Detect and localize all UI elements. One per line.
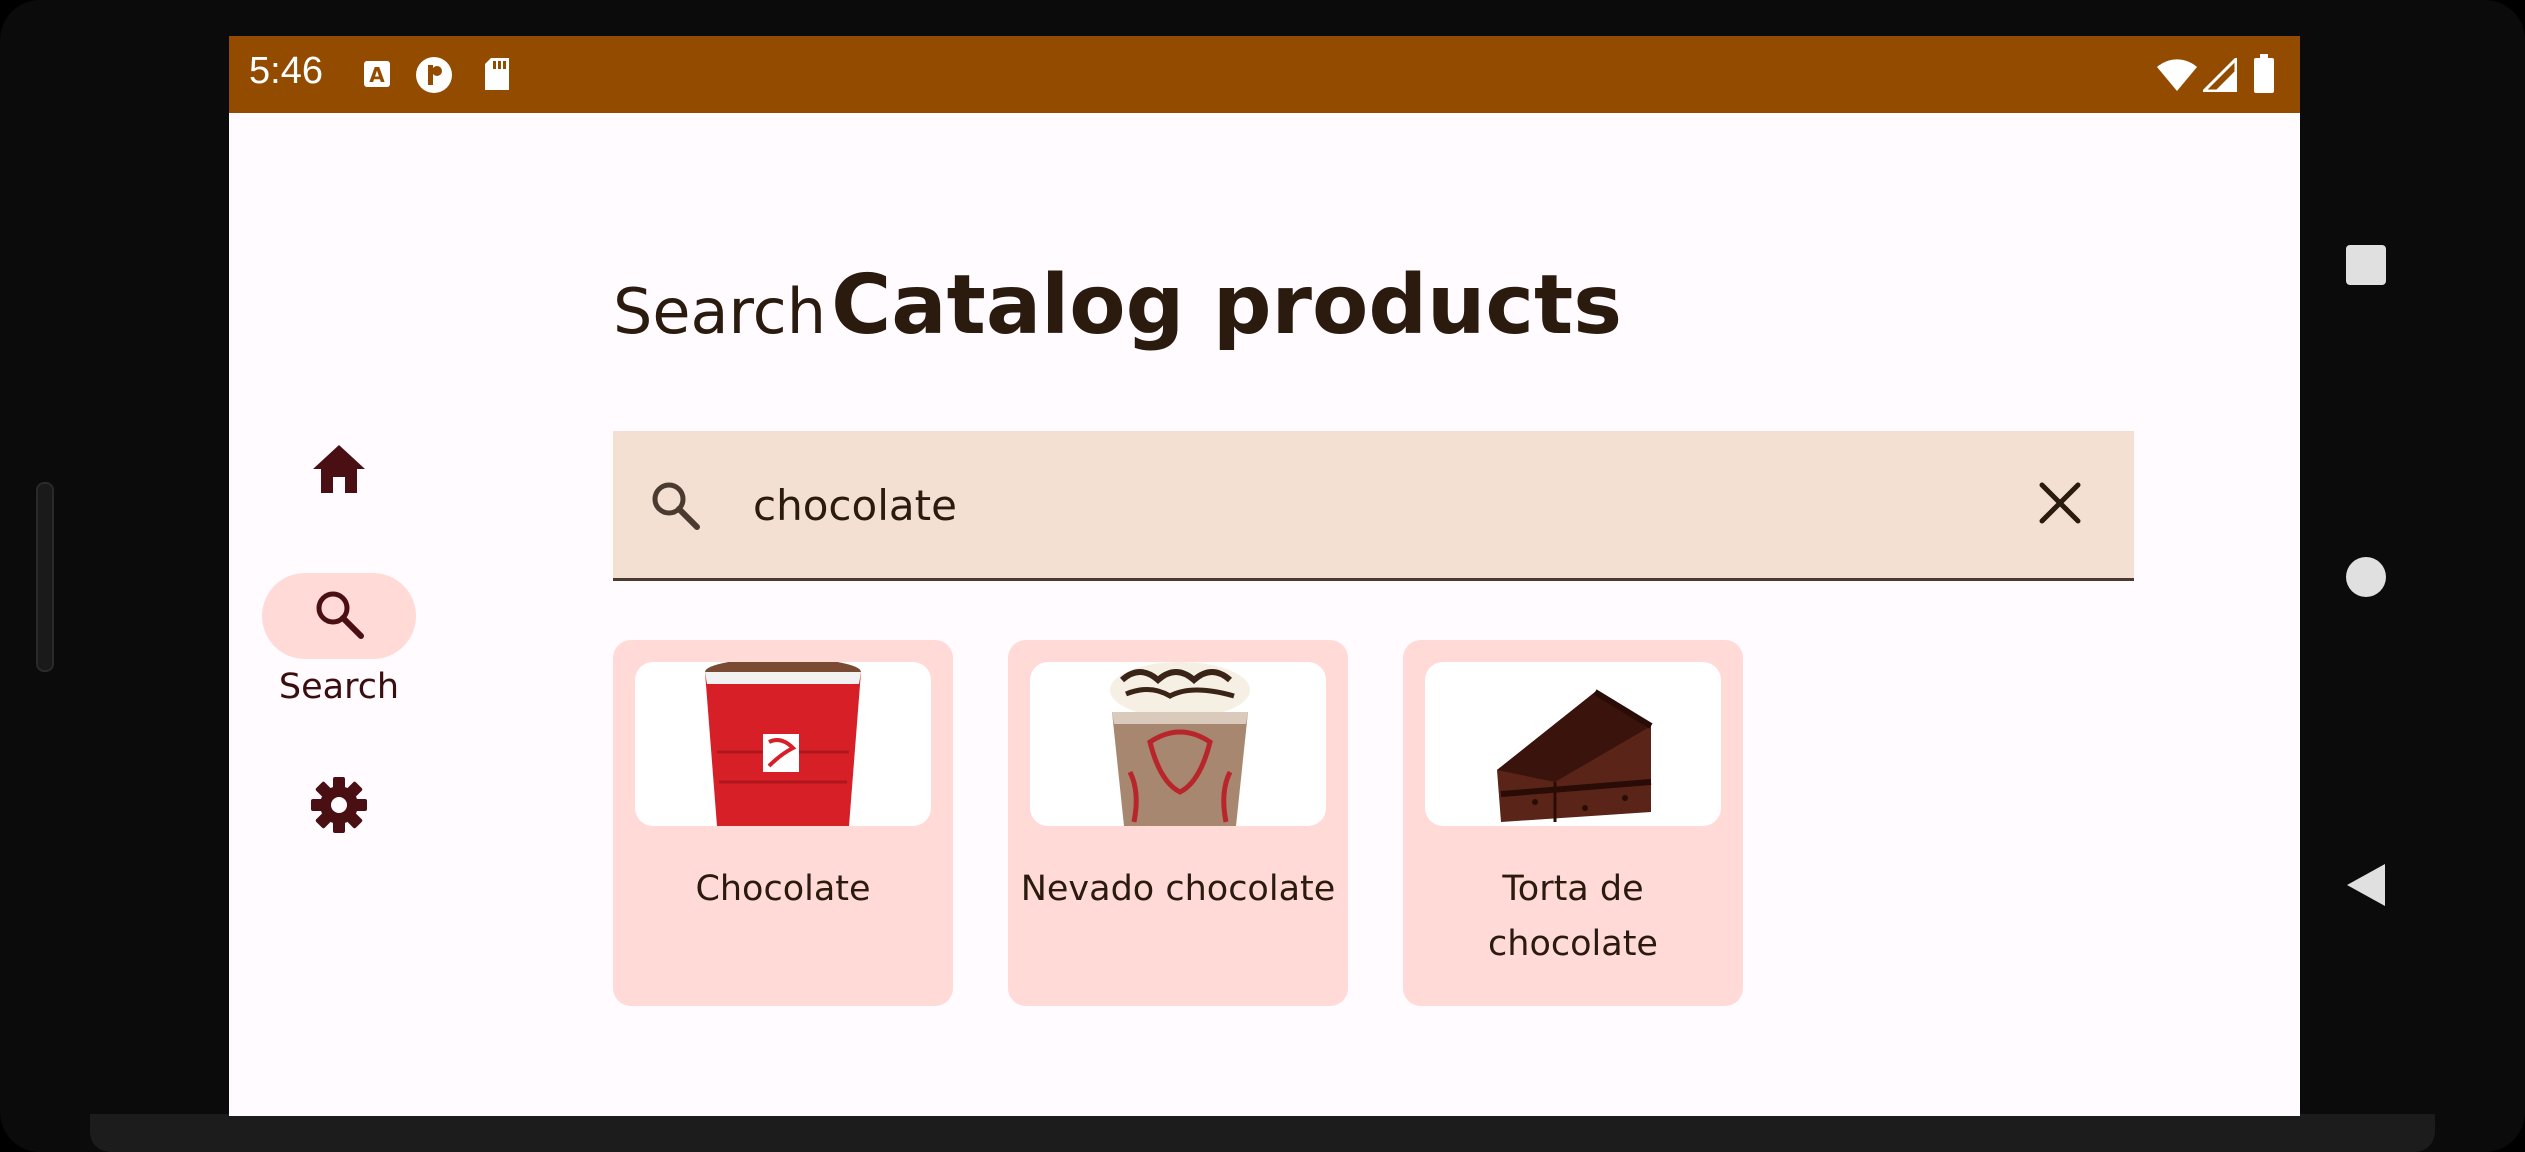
home-button[interactable] [2345, 556, 2387, 603]
search-icon [313, 588, 365, 645]
product-name: Torta de chocolate [1488, 869, 1658, 964]
product-image-red-cup [635, 662, 931, 826]
font-notification-icon: A [363, 60, 391, 93]
wifi-icon [2156, 58, 2198, 97]
back-button[interactable] [2345, 862, 2387, 913]
battery-icon [2253, 54, 2275, 99]
product-image-cake-slice [1425, 662, 1721, 826]
device-bottom-edge [90, 1114, 2435, 1152]
gear-icon [310, 776, 368, 839]
product-card-chocolate[interactable]: Chocolate [613, 640, 953, 1006]
nav-label-search: Search [278, 667, 400, 707]
status-bar: 5:46 A [229, 36, 2300, 113]
navigation-rail: Search [229, 113, 449, 1116]
page-title: Search Catalog products [613, 258, 1622, 353]
home-icon [311, 443, 367, 500]
recents-button[interactable] [2345, 244, 2387, 291]
product-name: Chocolate [695, 869, 871, 909]
nav-item-settings[interactable] [259, 776, 419, 839]
nav-pill-home[interactable] [262, 441, 416, 501]
product-name: Nevado chocolate [1020, 869, 1336, 909]
nav-pill-search[interactable] [262, 573, 416, 659]
status-time: 5:46 [249, 50, 323, 92]
product-image-iced-drink [1030, 662, 1326, 826]
search-input[interactable] [753, 475, 1953, 535]
nav-item-search[interactable]: Search [259, 573, 419, 707]
product-card-nevado-chocolate[interactable]: Nevado chocolate [1008, 640, 1348, 1006]
sd-card-icon [483, 56, 511, 97]
device-frame: 5:46 A Search Search Catalog products ch… [0, 0, 2525, 1152]
search-icon [649, 479, 701, 536]
app-screen: 5:46 A Search Search Catalog products ch… [229, 36, 2300, 1116]
nav-pill-settings[interactable] [262, 776, 416, 839]
close-icon[interactable] [2038, 481, 2082, 530]
page-title-main: Catalog products [831, 258, 1623, 353]
page-title-prefix: Search [613, 275, 827, 348]
search-bar[interactable] [613, 431, 2134, 581]
signal-icon [2200, 55, 2238, 97]
app-notification-icon [415, 56, 453, 99]
svg-text:A: A [369, 63, 385, 87]
speaker-grille [36, 482, 54, 672]
nav-item-home[interactable] [259, 441, 419, 501]
product-card-torta-de-chocolate[interactable]: Torta de chocolate [1403, 640, 1743, 1006]
